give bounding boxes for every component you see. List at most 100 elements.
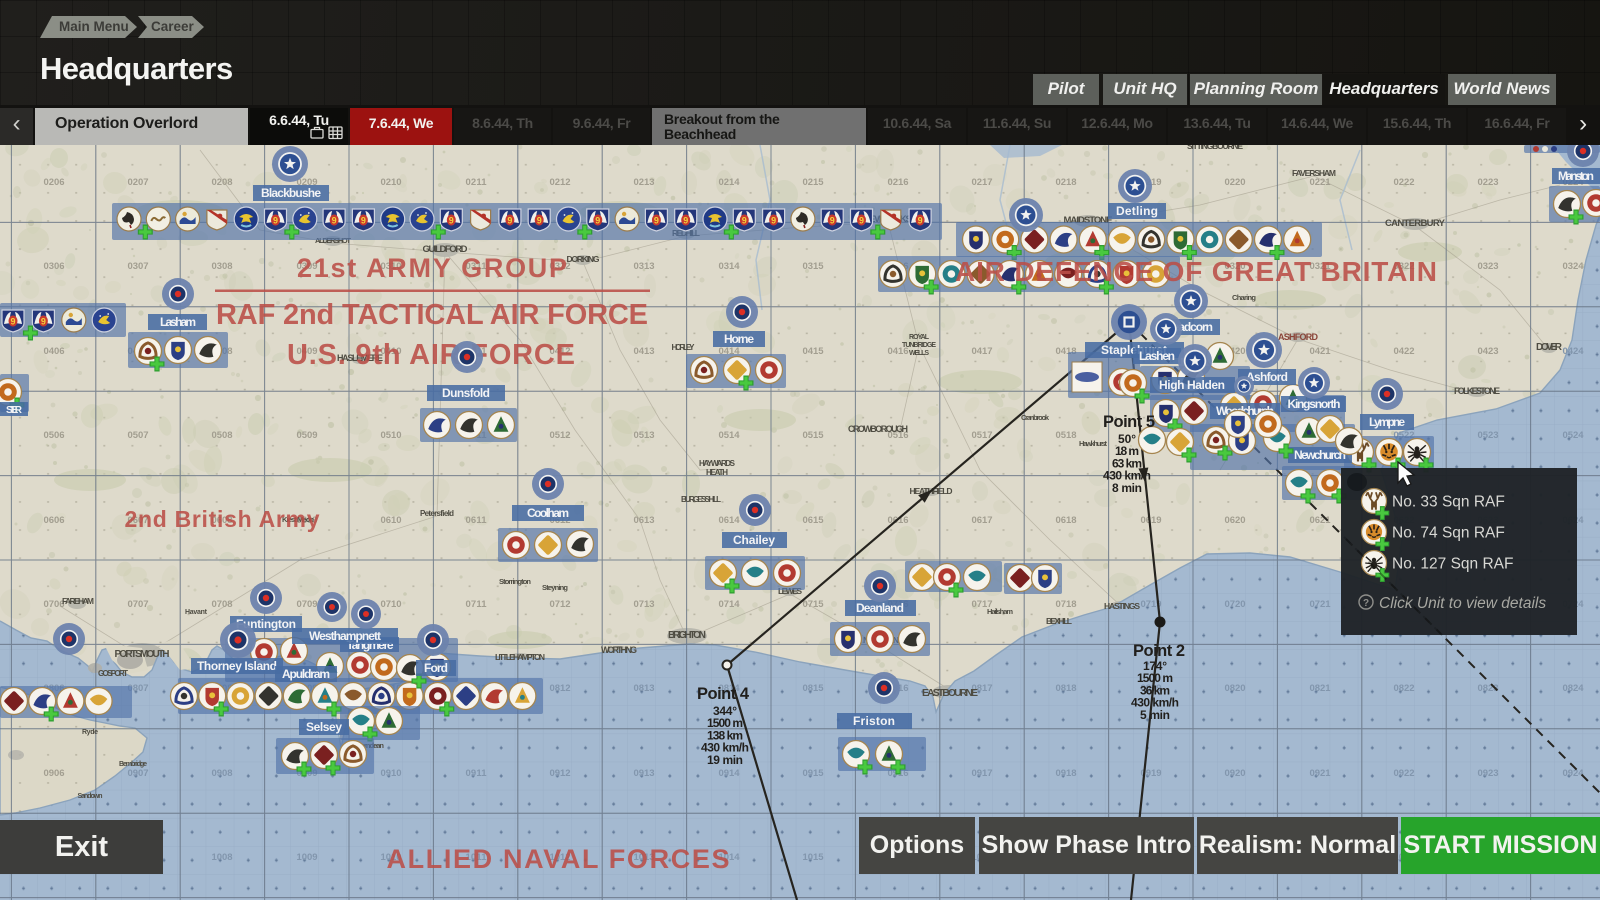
svg-text:0711: 0711 (466, 599, 488, 610)
svg-text:0618: 0618 (1056, 515, 1077, 526)
svg-text:0815: 0815 (803, 683, 825, 694)
svg-text:9: 9 (449, 216, 454, 226)
svg-text:9: 9 (10, 317, 15, 327)
svg-text:0710: 0710 (381, 599, 402, 610)
svg-text:Kingsnorth: Kingsnorth (1288, 397, 1341, 411)
svg-text:Ryde: Ryde (82, 729, 98, 736)
svg-text:0509: 0509 (297, 430, 318, 441)
svg-text:Ford: Ford (424, 661, 448, 675)
svg-text:9: 9 (507, 216, 512, 226)
svg-text:Apuldram: Apuldram (282, 667, 330, 681)
svg-text:0406: 0406 (44, 346, 65, 357)
svg-text:0315: 0315 (803, 261, 825, 272)
svg-text:Westhampnett: Westhampnett (309, 629, 381, 643)
svg-text:0324: 0324 (1563, 261, 1585, 272)
svg-text:0222: 0222 (1394, 177, 1415, 188)
svg-text:0617: 0617 (972, 515, 993, 526)
svg-text:9: 9 (332, 216, 337, 226)
svg-text:0524: 0524 (1563, 430, 1585, 441)
svg-text:RAF 2nd TACTICAL AIR FORCE: RAF 2nd TACTICAL AIR FORCE (216, 299, 648, 331)
svg-text:Petersfield: Petersfield (420, 509, 454, 518)
svg-text:0415: 0415 (803, 346, 825, 357)
svg-text:0513: 0513 (634, 430, 655, 441)
svg-text:0920: 0920 (1225, 768, 1246, 779)
svg-text:9: 9 (918, 216, 923, 226)
svg-text:DORKING: DORKING (567, 254, 600, 264)
svg-text:8 min: 8 min (1112, 481, 1142, 495)
svg-text:0721: 0721 (1310, 599, 1332, 610)
svg-text:0208: 0208 (212, 177, 233, 188)
svg-text:BURGESS HILL: BURGESS HILL (681, 495, 721, 504)
svg-text:GOSPORT: GOSPORT (98, 669, 128, 678)
svg-text:9: 9 (595, 216, 600, 226)
svg-text:0515: 0515 (803, 430, 825, 441)
svg-text:0915: 0915 (803, 768, 825, 779)
svg-text:0308: 0308 (212, 261, 233, 272)
svg-text:0924: 0924 (1563, 768, 1585, 779)
svg-text:0922: 0922 (1394, 768, 1415, 779)
svg-text:0213: 0213 (634, 177, 655, 188)
svg-text:Friston: Friston (853, 714, 895, 728)
svg-text:0906: 0906 (44, 768, 65, 779)
svg-text:0510: 0510 (381, 430, 402, 441)
svg-text:0423: 0423 (1478, 346, 1499, 357)
svg-text:0606: 0606 (44, 515, 65, 526)
svg-text:0712: 0712 (550, 599, 571, 610)
svg-text:0207: 0207 (128, 177, 149, 188)
svg-text:0424: 0424 (1563, 346, 1585, 357)
svg-text:0621: 0621 (1310, 515, 1332, 526)
svg-text:Detling: Detling (1116, 204, 1158, 218)
svg-text:9: 9 (830, 216, 835, 226)
svg-text:1009: 1009 (297, 852, 318, 863)
svg-text:0615: 0615 (803, 515, 825, 526)
svg-text:9: 9 (537, 216, 542, 226)
svg-text:0216: 0216 (888, 177, 909, 188)
svg-text:0314: 0314 (719, 261, 741, 272)
svg-text:0812: 0812 (550, 683, 571, 694)
svg-text:2nd British Army: 2nd British Army (125, 506, 320, 532)
svg-text:0217: 0217 (972, 177, 993, 188)
svg-text:0715: 0715 (803, 599, 825, 610)
svg-text:0422: 0422 (1394, 346, 1415, 357)
svg-text:BEXHILL: BEXHILL (1046, 616, 1072, 626)
svg-text:0910: 0910 (381, 768, 402, 779)
svg-text:9: 9 (273, 216, 278, 226)
svg-text:HAYWARDS: HAYWARDS (699, 459, 736, 468)
svg-text:0518: 0518 (1056, 430, 1077, 441)
svg-text:Chailey: Chailey (733, 533, 775, 547)
svg-text:WORTHING: WORTHING (601, 645, 637, 655)
svg-text:9: 9 (771, 216, 776, 226)
svg-text:0307: 0307 (128, 261, 149, 272)
svg-text:No. 33 Sqn RAF: No. 33 Sqn RAF (1392, 494, 1505, 511)
svg-text:0614: 0614 (719, 515, 741, 526)
svg-text:Lympne: Lympne (1369, 415, 1405, 429)
svg-text:BRIGHTON: BRIGHTON (668, 630, 706, 641)
svg-text:0517: 0517 (972, 430, 993, 441)
svg-text:0215: 0215 (803, 177, 825, 188)
svg-text:Storrington: Storrington (499, 577, 531, 586)
svg-text:0512: 0512 (550, 430, 571, 441)
svg-text:1008: 1008 (212, 852, 233, 863)
svg-text:Steyning: Steyning (542, 583, 568, 592)
svg-text:0818: 0818 (1056, 683, 1077, 694)
svg-text:0820: 0820 (1225, 683, 1246, 694)
svg-text:Hailsham: Hailsham (987, 607, 1013, 616)
svg-text:Lashen: Lashen (1139, 349, 1175, 363)
svg-text:U.S. 9th AIR FORCE: U.S. 9th AIR FORCE (287, 339, 575, 371)
svg-text:0620: 0620 (1225, 515, 1246, 526)
svg-text:0413: 0413 (634, 346, 655, 357)
svg-text:Thorney Island: Thorney Island (197, 659, 277, 673)
svg-text:WELLS: WELLS (909, 350, 929, 357)
svg-text:Charing: Charing (1232, 293, 1256, 302)
svg-text:PORTSMOUTH: PORTSMOUTH (115, 649, 170, 660)
svg-text:0214: 0214 (719, 177, 741, 188)
svg-text:0913: 0913 (634, 768, 655, 779)
svg-text:Bembridge: Bembridge (119, 761, 147, 768)
svg-text:0523: 0523 (1478, 430, 1499, 441)
svg-text:9: 9 (742, 216, 747, 226)
svg-text:0508: 0508 (212, 430, 233, 441)
svg-text:Point 4: Point 4 (697, 685, 750, 703)
svg-text:Sandown: Sandown (78, 793, 103, 800)
svg-text:0223: 0223 (1478, 177, 1499, 188)
svg-text:FAREHAM: FAREHAM (62, 596, 94, 606)
